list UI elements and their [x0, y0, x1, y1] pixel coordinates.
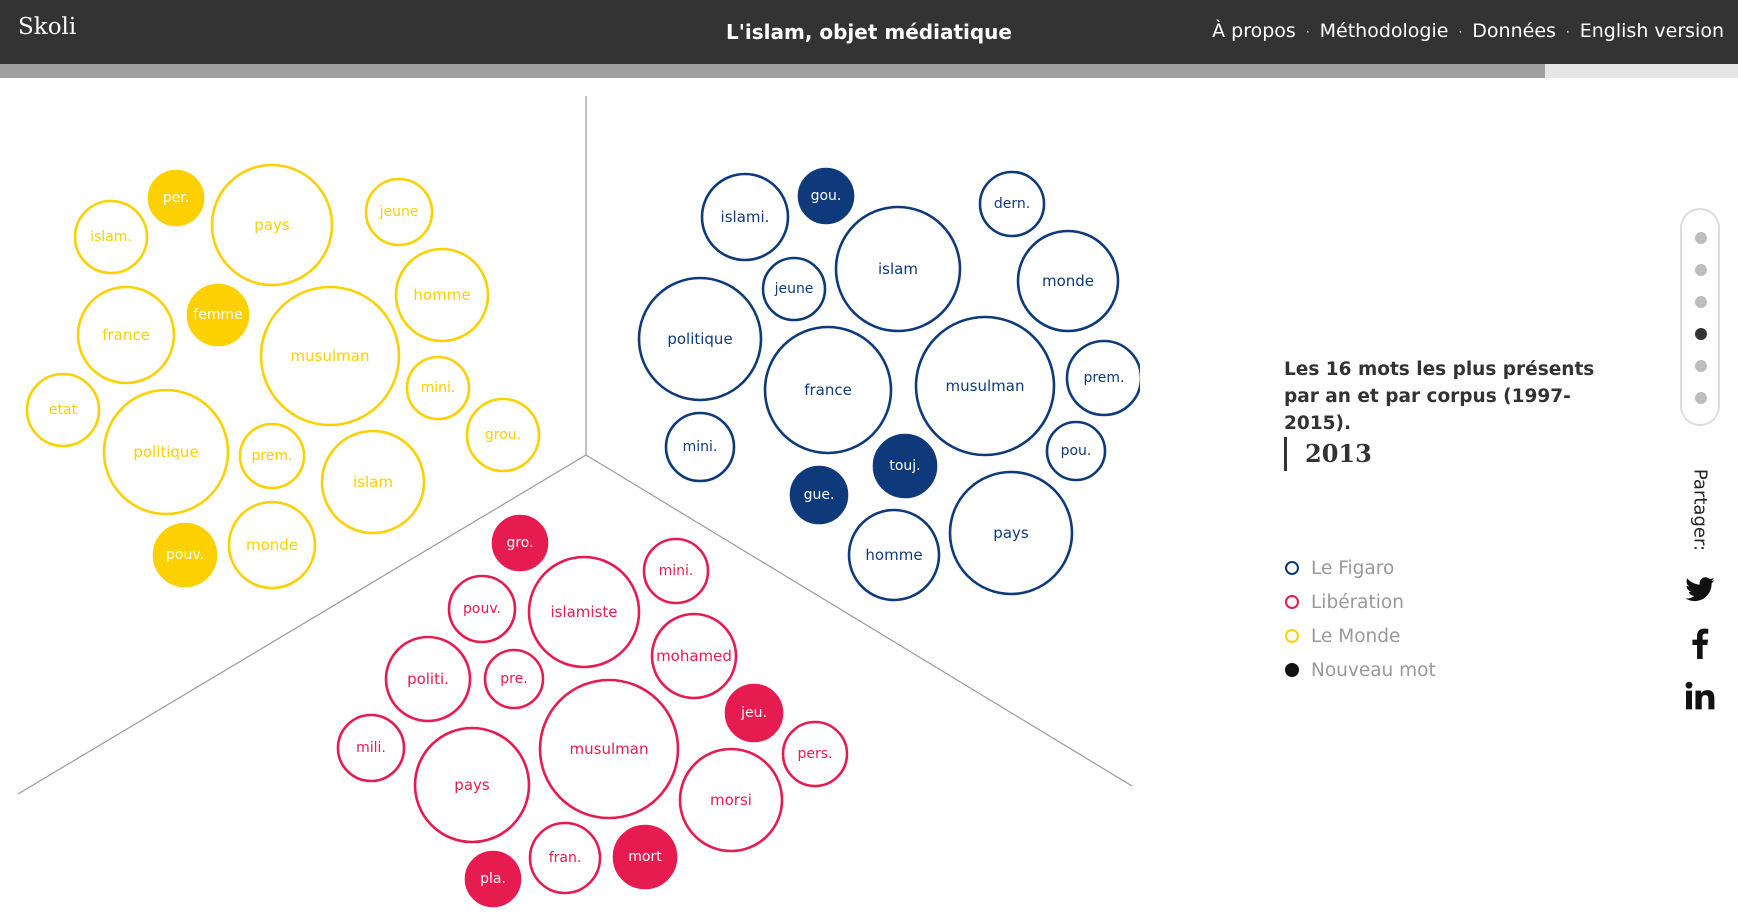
bubble-group-lib-ration: gro. mini. pouv. islamiste mohamed politi. pre…: [336, 514, 849, 908]
word-label: etat: [49, 402, 78, 418]
word-label: musulman: [570, 740, 649, 758]
word-label: islam: [878, 260, 918, 278]
word-label: per.: [163, 190, 189, 206]
word-label: monde: [246, 536, 298, 554]
word-label: pre.: [500, 671, 527, 687]
legend-marker: [1285, 629, 1299, 643]
word-label: islam.: [90, 229, 132, 245]
word-label: politique: [667, 330, 732, 348]
word-label: homme: [413, 286, 470, 304]
word-label: femme: [193, 307, 242, 323]
current-year: 2013: [1284, 437, 1372, 471]
legend-marker: [1285, 595, 1299, 609]
nav-separator: ·: [1565, 25, 1570, 39]
legend-item-nouveau-mot: Nouveau mot: [1284, 653, 1436, 687]
year-nav-dot[interactable]: [1695, 264, 1707, 276]
year-nav-dot[interactable]: [1695, 232, 1707, 244]
word-label: pays: [993, 524, 1029, 542]
facebook-icon[interactable]: [1684, 627, 1716, 659]
word-label: jeune: [774, 281, 814, 297]
word-label: dern.: [994, 196, 1030, 212]
word-label: politique: [133, 443, 198, 461]
legend-label: Libération: [1311, 591, 1404, 613]
word-label: pers.: [798, 746, 833, 762]
word-label: pouv.: [166, 547, 204, 563]
word-label: touj.: [889, 458, 920, 474]
word-label: jeu.: [740, 705, 767, 721]
legend-item-le-monde: Le Monde: [1284, 619, 1436, 653]
word-label: france: [804, 381, 852, 399]
word-label: politi.: [407, 670, 449, 688]
main-nav: À propos · Méthodologie · Données · Engl…: [1212, 20, 1724, 44]
word-label: mort: [628, 849, 662, 865]
word-label: pla.: [480, 871, 506, 887]
word-label: pou.: [1061, 443, 1092, 459]
legend-marker: [1285, 663, 1299, 677]
legend-marker: [1285, 561, 1299, 575]
word-label: pays: [254, 216, 290, 234]
year-nav-dot[interactable]: [1695, 328, 1707, 340]
share-label-text: Partager:: [1689, 468, 1711, 552]
word-label: prem.: [1083, 370, 1124, 386]
word-label: gro.: [506, 535, 533, 551]
year-nav-dot[interactable]: [1695, 392, 1707, 404]
legend-label: Nouveau mot: [1311, 659, 1436, 681]
nav-link-english-version[interactable]: English version: [1580, 20, 1724, 44]
nav-separator: ·: [1458, 25, 1463, 39]
timeline-progress-track[interactable]: [0, 64, 1738, 78]
word-label: mili.: [356, 740, 386, 756]
word-label: prem.: [251, 448, 292, 464]
word-label: mini.: [421, 380, 456, 396]
nav-link-data[interactable]: Données: [1472, 20, 1556, 44]
word-label: jeune: [379, 204, 419, 220]
bubble-group-le-monde: per. pays jeune islam. homme femme france musul…: [25, 163, 541, 590]
word-label: fran.: [549, 850, 582, 866]
year-nav-dot[interactable]: [1695, 360, 1707, 372]
legend-label: Le Figaro: [1311, 557, 1395, 579]
linkedin-icon[interactable]: [1684, 680, 1716, 712]
word-label: pouv.: [463, 601, 501, 617]
word-label: france: [102, 326, 150, 344]
word-label: gue.: [804, 487, 835, 503]
word-label: morsi: [710, 791, 752, 809]
word-label: mini.: [683, 439, 718, 455]
chart-description: Les 16 mots les plus présents par an et …: [1284, 359, 1595, 434]
share-label: Partager:: [1684, 468, 1716, 552]
nav-link-methodology[interactable]: Méthodologie: [1320, 20, 1449, 44]
word-label: musulman: [946, 377, 1025, 395]
word-label: islam: [353, 473, 393, 491]
legend-item-liberation: Libération: [1284, 585, 1436, 619]
year-navigation: [1680, 208, 1720, 426]
word-label: grou.: [485, 427, 521, 443]
year-nav-dot[interactable]: [1695, 296, 1707, 308]
word-label: monde: [1042, 272, 1094, 290]
bubble-layer: per. pays jeune islam. homme femme france musul…: [25, 163, 1140, 908]
timeline-progress-fill: [0, 64, 1546, 78]
legend-label: Le Monde: [1311, 625, 1401, 647]
word-label: musulman: [291, 347, 370, 365]
top-bar: Skoli L'islam, objet médiatique À propos…: [0, 0, 1738, 64]
legend: Le Figaro Libération Le Monde Nouveau mo…: [1284, 551, 1436, 687]
word-label: pays: [454, 776, 490, 794]
bubble-group-le-figaro: gou. islami. dern. islam jeune monde politique…: [637, 167, 1140, 602]
twitter-icon[interactable]: [1684, 574, 1716, 606]
word-label: gou.: [811, 188, 842, 204]
word-label: islami.: [721, 208, 770, 226]
nav-separator: ·: [1305, 25, 1310, 39]
word-label: mini.: [659, 563, 694, 579]
word-label: islamiste: [550, 603, 617, 621]
word-label: homme: [865, 546, 922, 564]
bubble-chart: per. pays jeune islam. homme femme france musul…: [17, 96, 1140, 908]
nav-link-about[interactable]: À propos: [1212, 20, 1296, 44]
word-label: mohamed: [656, 647, 732, 665]
legend-item-le-figaro: Le Figaro: [1284, 551, 1436, 585]
